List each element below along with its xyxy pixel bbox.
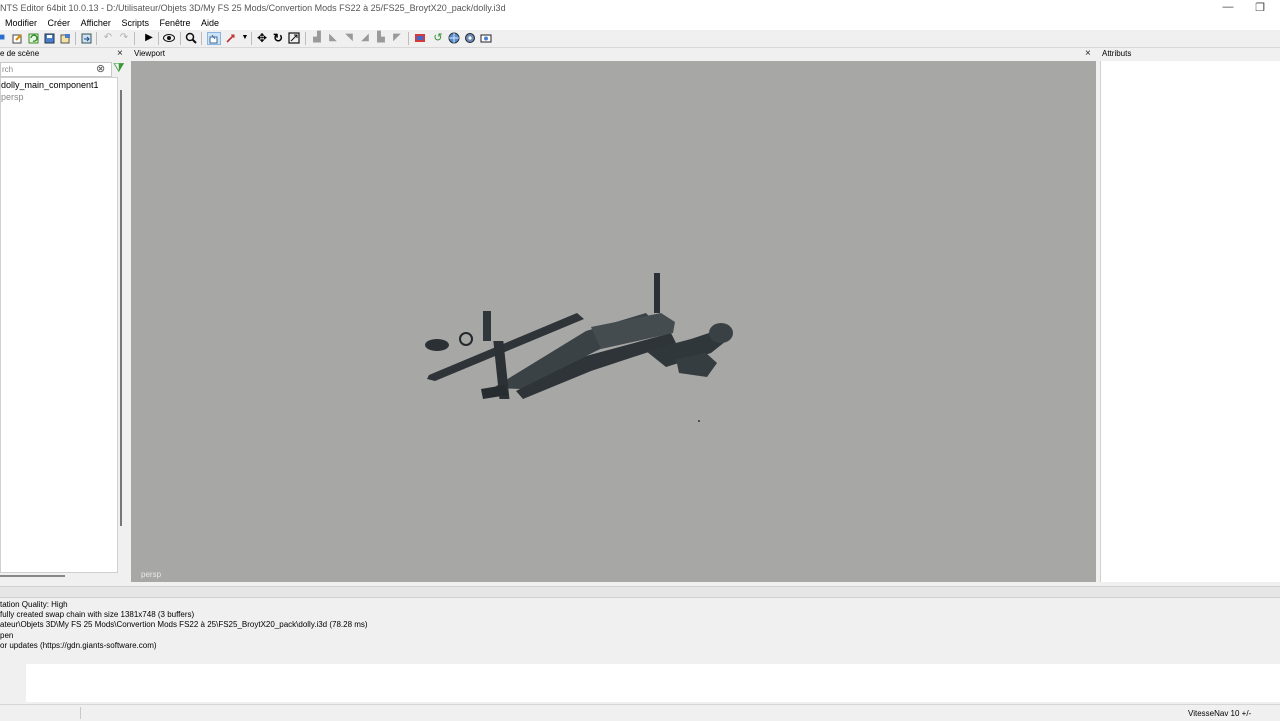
nav-speed: VitesseNav 10 +/- (1188, 709, 1252, 718)
menu-creer[interactable]: Créer (44, 16, 75, 29)
panel-splitter[interactable] (0, 586, 1280, 598)
rotate-icon[interactable]: ↻ (272, 32, 284, 44)
redo-icon[interactable]: ↷ (118, 32, 130, 44)
attributes-panel (1100, 61, 1280, 582)
save-as-icon[interactable] (59, 32, 71, 44)
align-icon-6[interactable]: ◤ (391, 32, 403, 44)
transform-icon[interactable] (225, 32, 237, 44)
status-bar: VitesseNav 10 +/- (0, 704, 1280, 721)
import-icon[interactable] (80, 32, 92, 44)
save-icon[interactable] (43, 32, 55, 44)
console-line: ateur\Objets 3D\My FS 25 Mods\Convertion… (0, 620, 368, 629)
menu-scripts[interactable]: Scripts (117, 16, 153, 29)
globe-icon[interactable] (448, 32, 460, 44)
settings-icon[interactable] (464, 32, 476, 44)
attributes-header: Attributs (1100, 48, 1280, 60)
align-icon-4[interactable]: ◢ (359, 32, 371, 44)
filter-icon[interactable]: ⧩ (113, 60, 125, 76)
viewport-canvas[interactable]: persp (131, 61, 1096, 582)
toolbar-separator (158, 32, 159, 45)
menu-bar: Modifier Créer Afficher Scripts Fenêtre … (0, 16, 1280, 30)
toolbar-separator (251, 32, 252, 45)
restore-button[interactable]: ❐ (1244, 1, 1276, 14)
minimize-button[interactable]: — (1212, 1, 1244, 13)
console-line: tation Quality: High (0, 600, 68, 609)
scene-tree: dolly_main_component1 persp (0, 77, 122, 573)
close-icon[interactable]: × (1085, 48, 1091, 60)
select-mode-icon[interactable] (207, 32, 221, 45)
status-separator (80, 707, 81, 719)
horizontal-scrollbar[interactable] (0, 575, 65, 577)
console-line: fully created swap chain with size 1381x… (0, 610, 195, 619)
align-icon-3[interactable]: ◥ (343, 32, 355, 44)
tree-scrollbar[interactable] (120, 90, 122, 526)
title-bar: NTS Editor 64bit 10.0.13 - D:/Utilisateu… (0, 0, 1280, 16)
scene-panel-header: e de scène × (0, 48, 128, 60)
scene-panel-title: e de scène (0, 49, 40, 58)
open-icon[interactable] (11, 32, 23, 44)
menu-afficher[interactable]: Afficher (77, 16, 115, 29)
zoom-icon[interactable] (185, 32, 197, 44)
undo-icon[interactable]: ↶ (102, 32, 114, 44)
align-icon-1[interactable]: ▟ (311, 32, 323, 44)
menu-aide[interactable]: Aide (197, 16, 223, 29)
camera-label: persp (141, 570, 162, 579)
tree-item-dolly-main-component1[interactable]: dolly_main_component1 (1, 80, 99, 90)
toolbar-separator (408, 32, 409, 45)
scale-icon[interactable] (288, 32, 300, 44)
viewport-title: Viewport (134, 49, 165, 58)
chevron-down-icon[interactable]: ▼ (239, 32, 251, 44)
console-log: tation Quality: High fully created swap … (0, 598, 1280, 664)
toolbar-separator (201, 32, 202, 45)
align-icon-5[interactable]: ▙ (375, 32, 387, 44)
toolbar-separator (134, 32, 135, 45)
tree-item-persp[interactable]: persp (1, 92, 24, 102)
toolbar: ■ ↶ ↷ ▶ ▼ ✥ ↻ ▟ ◣ ◥ ◢ ▙ ◤ ↺ (0, 30, 1280, 48)
menu-fenetre[interactable]: Fenêtre (155, 16, 194, 29)
play-icon[interactable]: ▶ (143, 32, 155, 44)
new-icon[interactable]: ■ (0, 32, 8, 44)
search-placeholder: rch (2, 65, 14, 74)
viewport-header: Viewport × (131, 48, 1096, 60)
move-icon[interactable]: ✥ (256, 32, 268, 44)
toolbar-separator (75, 32, 76, 45)
refresh-icon[interactable] (27, 32, 39, 44)
window-title: NTS Editor 64bit 10.0.13 - D:/Utilisateu… (0, 3, 506, 13)
toolbar-separator (96, 32, 97, 45)
sync-icon[interactable]: ↺ (432, 32, 444, 44)
toolbar-separator (180, 32, 181, 45)
eye-icon[interactable] (163, 32, 175, 44)
dolly-model (425, 273, 733, 422)
search-field[interactable]: rch ⊗ (0, 62, 112, 77)
align-icon-2[interactable]: ◣ (327, 32, 339, 44)
close-icon[interactable]: × (117, 48, 123, 60)
material-icon[interactable] (414, 32, 426, 44)
camera-icon[interactable] (480, 32, 492, 44)
toolbar-separator (305, 32, 306, 45)
menu-modifier[interactable]: Modifier (0, 16, 41, 29)
console-line: pen (0, 631, 14, 640)
attributes-title: Attributs (1102, 49, 1132, 58)
console-line: or updates (https://gdn.giants-software.… (0, 641, 157, 650)
script-input[interactable] (26, 664, 1280, 702)
clear-search-icon[interactable]: ⊗ (96, 62, 105, 75)
